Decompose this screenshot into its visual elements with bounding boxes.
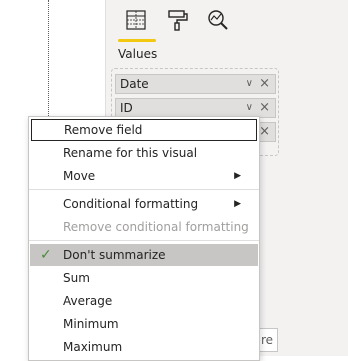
menu-item-label: Remove field [64,123,143,137]
menu-item-remove-field[interactable]: Remove field [31,119,257,141]
format-paint-roller-icon[interactable] [166,8,190,32]
menu-item-move[interactable]: Move ▶ [29,165,259,187]
values-well-title: Values [118,47,158,61]
submenu-arrow-icon: ▶ [234,171,241,181]
menu-item-label: Remove conditional formatting [63,220,249,234]
field-label: ID [120,101,133,115]
field-pill-id[interactable]: ID ∨ × [115,98,276,118]
menu-separator [29,189,259,190]
close-icon[interactable]: × [259,99,270,117]
menu-item-label: Move [63,169,96,183]
menu-item-label: Average [63,294,113,308]
menu-item-average[interactable]: Average [29,290,259,312]
field-context-menu: Remove field Rename for this visual Move… [28,116,260,361]
menu-item-label: Conditional formatting [63,197,199,211]
submenu-arrow-icon: ▶ [234,199,241,209]
fields-grid-icon[interactable] [124,8,148,32]
menu-item-label: Maximum [63,340,123,354]
menu-item-sum[interactable]: Sum [29,267,259,289]
check-mark-icon: ✓ [40,247,52,263]
menu-item-label: Don't summarize [63,248,166,262]
menu-item-conditional-formatting[interactable]: Conditional formatting ▶ [29,193,259,215]
menu-item-minimum[interactable]: Minimum [29,313,259,335]
active-tab-indicator [118,39,156,42]
menu-item-dont-summarize[interactable]: ✓ Don't summarize [30,244,258,266]
chevron-down-icon[interactable]: ∨ [246,99,253,117]
menu-separator [29,240,259,241]
menu-item-label: Sum [63,271,90,285]
chevron-down-icon[interactable]: ∨ [246,75,253,93]
menu-item-label: Minimum [63,317,119,331]
close-icon[interactable]: × [259,123,270,141]
menu-item-rename[interactable]: Rename for this visual [29,142,259,164]
close-icon[interactable]: × [259,75,270,93]
menu-item-remove-conditional-formatting: Remove conditional formatting [29,216,259,238]
analytics-magnifier-icon[interactable] [206,8,230,32]
field-pill-date[interactable]: Date ∨ × [115,74,276,94]
field-label: Date [120,77,149,91]
menu-item-label: Rename for this visual [63,146,198,160]
menu-item-maximum[interactable]: Maximum [29,336,259,358]
